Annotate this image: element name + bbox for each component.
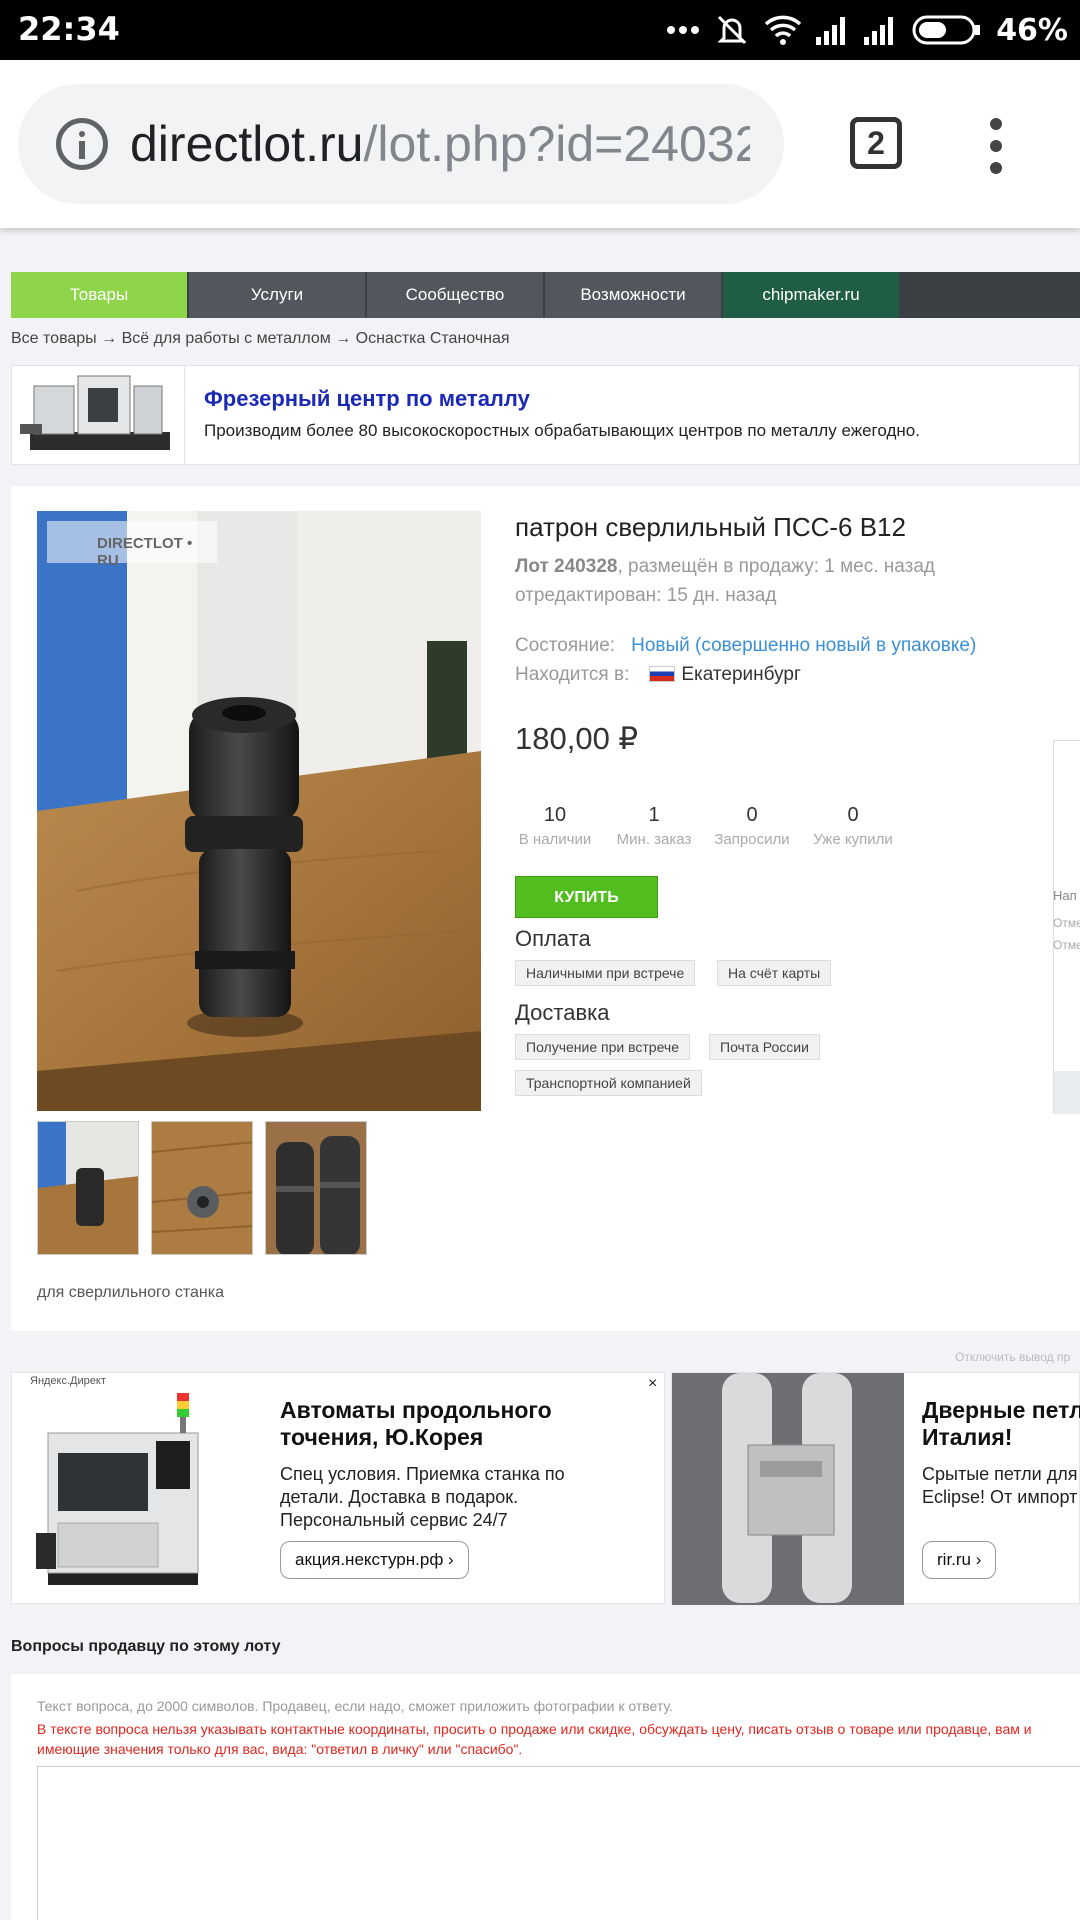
- address-bar[interactable]: directlot.ru/lot.php?id=24032: [18, 84, 784, 204]
- delivery-tag: Получение при встрече: [515, 1034, 690, 1060]
- lot-stats: 10 В наличии 1 Мин. заказ 0 Запросили 0 Уже …: [515, 804, 915, 848]
- ad-hinge-image: [672, 1373, 904, 1605]
- banner-text: Производим более 80 высокоскоростных обр…: [204, 421, 920, 440]
- lot-number: Лот 240328: [515, 556, 618, 577]
- side-text: Нап: [1053, 888, 1077, 903]
- question-form: Текст вопроса, до 2000 символов. Продаве…: [11, 1674, 1080, 1920]
- ad-link[interactable]: rir.ru ›: [922, 1541, 997, 1579]
- browser-menu-icon[interactable]: [982, 118, 1012, 174]
- delivery-heading: Доставка: [515, 1000, 610, 1025]
- ad-close-icon[interactable]: ×: [648, 1375, 657, 1393]
- site-info-icon[interactable]: [56, 118, 108, 170]
- photo-thumbnail[interactable]: [151, 1121, 253, 1255]
- url-host: directlot.ru: [130, 116, 364, 172]
- promo-banner[interactable]: Фрезерный центр по металлу Производим бо…: [11, 365, 1080, 465]
- lot-description: для сверлильного станка: [37, 1284, 224, 1301]
- lot-title: патрон сверлильный ПСС-6 В12: [515, 512, 906, 542]
- stat-in-stock: 10 В наличии: [518, 804, 592, 848]
- ad-title[interactable]: Дверные петл Италия!: [922, 1397, 1080, 1451]
- side-text: Отме: [1053, 916, 1080, 930]
- banner-title[interactable]: Фрезерный центр по металлу: [204, 386, 530, 412]
- ad-title[interactable]: Автоматы продольного точения, Ю.Корея: [280, 1397, 580, 1451]
- battery-icon: [912, 15, 981, 45]
- url-path: /lot.php?id=24032: [363, 116, 750, 172]
- location-label: Находится в:: [515, 664, 630, 685]
- banner-machine-image[interactable]: [12, 366, 185, 464]
- russia-flag-icon: [649, 666, 676, 682]
- payment-tag: На счёт карты: [717, 960, 832, 986]
- lot-location-row: Находится в: Екатеринбург: [515, 664, 801, 686]
- tab-switcher-button[interactable]: 2: [850, 117, 902, 169]
- url-text[interactable]: directlot.ru/lot.php?id=24032: [130, 115, 750, 173]
- side-text: Отме: [1053, 938, 1080, 952]
- battery-percent: 46%: [996, 12, 1068, 48]
- ad-card[interactable]: Яндекс.Директ Автоматы продольного точен…: [11, 1372, 665, 1604]
- main-product-photo[interactable]: DIRECTLOT • RU: [37, 511, 481, 1111]
- web-page: Товары Услуги Сообщество Возможности chi…: [0, 228, 1080, 1920]
- payment-heading: Оплата: [515, 926, 591, 951]
- nav-item-services[interactable]: Услуги: [189, 272, 365, 318]
- ad-text: Спец условия. Приемка станка по детали. …: [280, 1464, 565, 1530]
- payment-tag: Наличными при встрече: [515, 960, 696, 986]
- site-nav: Товары Услуги Сообщество Возможности chi…: [11, 272, 1080, 318]
- lot-condition-row: Состояние: Новый (совершенно новый в упак…: [515, 635, 976, 657]
- stat-requested: 0 Запросили: [714, 804, 790, 848]
- breadcrumb[interactable]: Все товары → Всё для работы с металлом →…: [11, 330, 510, 348]
- photo-watermark: DIRECTLOT • RU: [47, 521, 217, 569]
- signal-icon-1: [816, 17, 846, 45]
- condition-value[interactable]: Новый (совершенно новый в упаковке): [631, 635, 976, 656]
- photo-thumbnail[interactable]: [37, 1121, 139, 1255]
- lot-card: DIRECTLOT • RU для сверлильного станка п…: [11, 486, 1080, 1331]
- nav-item-community[interactable]: Сообщество: [367, 272, 543, 318]
- wifi-icon: [764, 15, 802, 45]
- delivery-tag: Почта России: [709, 1034, 820, 1060]
- questions-heading: Вопросы продавцу по этому лоту: [11, 1638, 281, 1655]
- stat-bought: 0 Уже купили: [813, 804, 893, 848]
- question-warning: В тексте вопроса нельзя указывать контак…: [37, 1721, 1032, 1757]
- mute-icon: [717, 15, 747, 45]
- ad-link[interactable]: акция.некстурн.рф ›: [280, 1541, 469, 1579]
- ad-text: Срытые петли для Eclipse! От импорт: [922, 1464, 1078, 1507]
- delivery-tag: Транспортной компанией: [515, 1070, 702, 1096]
- status-icons: 46%: [666, 10, 1068, 50]
- ad-card[interactable]: Дверные петл Италия! Срытые петли для Ec…: [671, 1372, 1080, 1605]
- browser-toolbar: directlot.ru/lot.php?id=24032 2: [0, 60, 1080, 228]
- status-bar: 22:34 46%: [0, 0, 1080, 60]
- nav-item-chipmaker[interactable]: chipmaker.ru: [723, 272, 899, 318]
- more-dots-icon: [667, 26, 700, 34]
- lot-price: 180,00 ₽: [515, 721, 639, 756]
- buy-button[interactable]: КУПИТЬ: [515, 876, 658, 918]
- status-time: 22:34: [18, 10, 120, 48]
- signal-icon-2: [864, 17, 894, 45]
- location-value: Екатеринбург: [681, 664, 801, 685]
- disable-ads-link[interactable]: Отключить вывод пр: [955, 1350, 1070, 1364]
- condition-label: Состояние:: [515, 635, 616, 656]
- photo-thumbnail[interactable]: [265, 1121, 367, 1255]
- lot-meta: Лот 240328, размещён в продажу: 1 мес. н…: [515, 556, 935, 578]
- nav-item-features[interactable]: Возможности: [545, 272, 721, 318]
- nav-item-goods[interactable]: Товары: [11, 272, 187, 318]
- stat-min-order: 1 Мин. заказ: [616, 804, 692, 848]
- question-hint: Текст вопроса, до 2000 символов. Продаве…: [37, 1698, 673, 1714]
- lot-posted: , размещён в продажу: 1 мес. назад: [617, 556, 935, 577]
- question-textarea[interactable]: [37, 1766, 1080, 1920]
- ad-machine-image: [36, 1393, 199, 1585]
- lot-edited: отредактирован: 15 дн. назад: [515, 585, 777, 606]
- side-card-bar: [1054, 1071, 1080, 1114]
